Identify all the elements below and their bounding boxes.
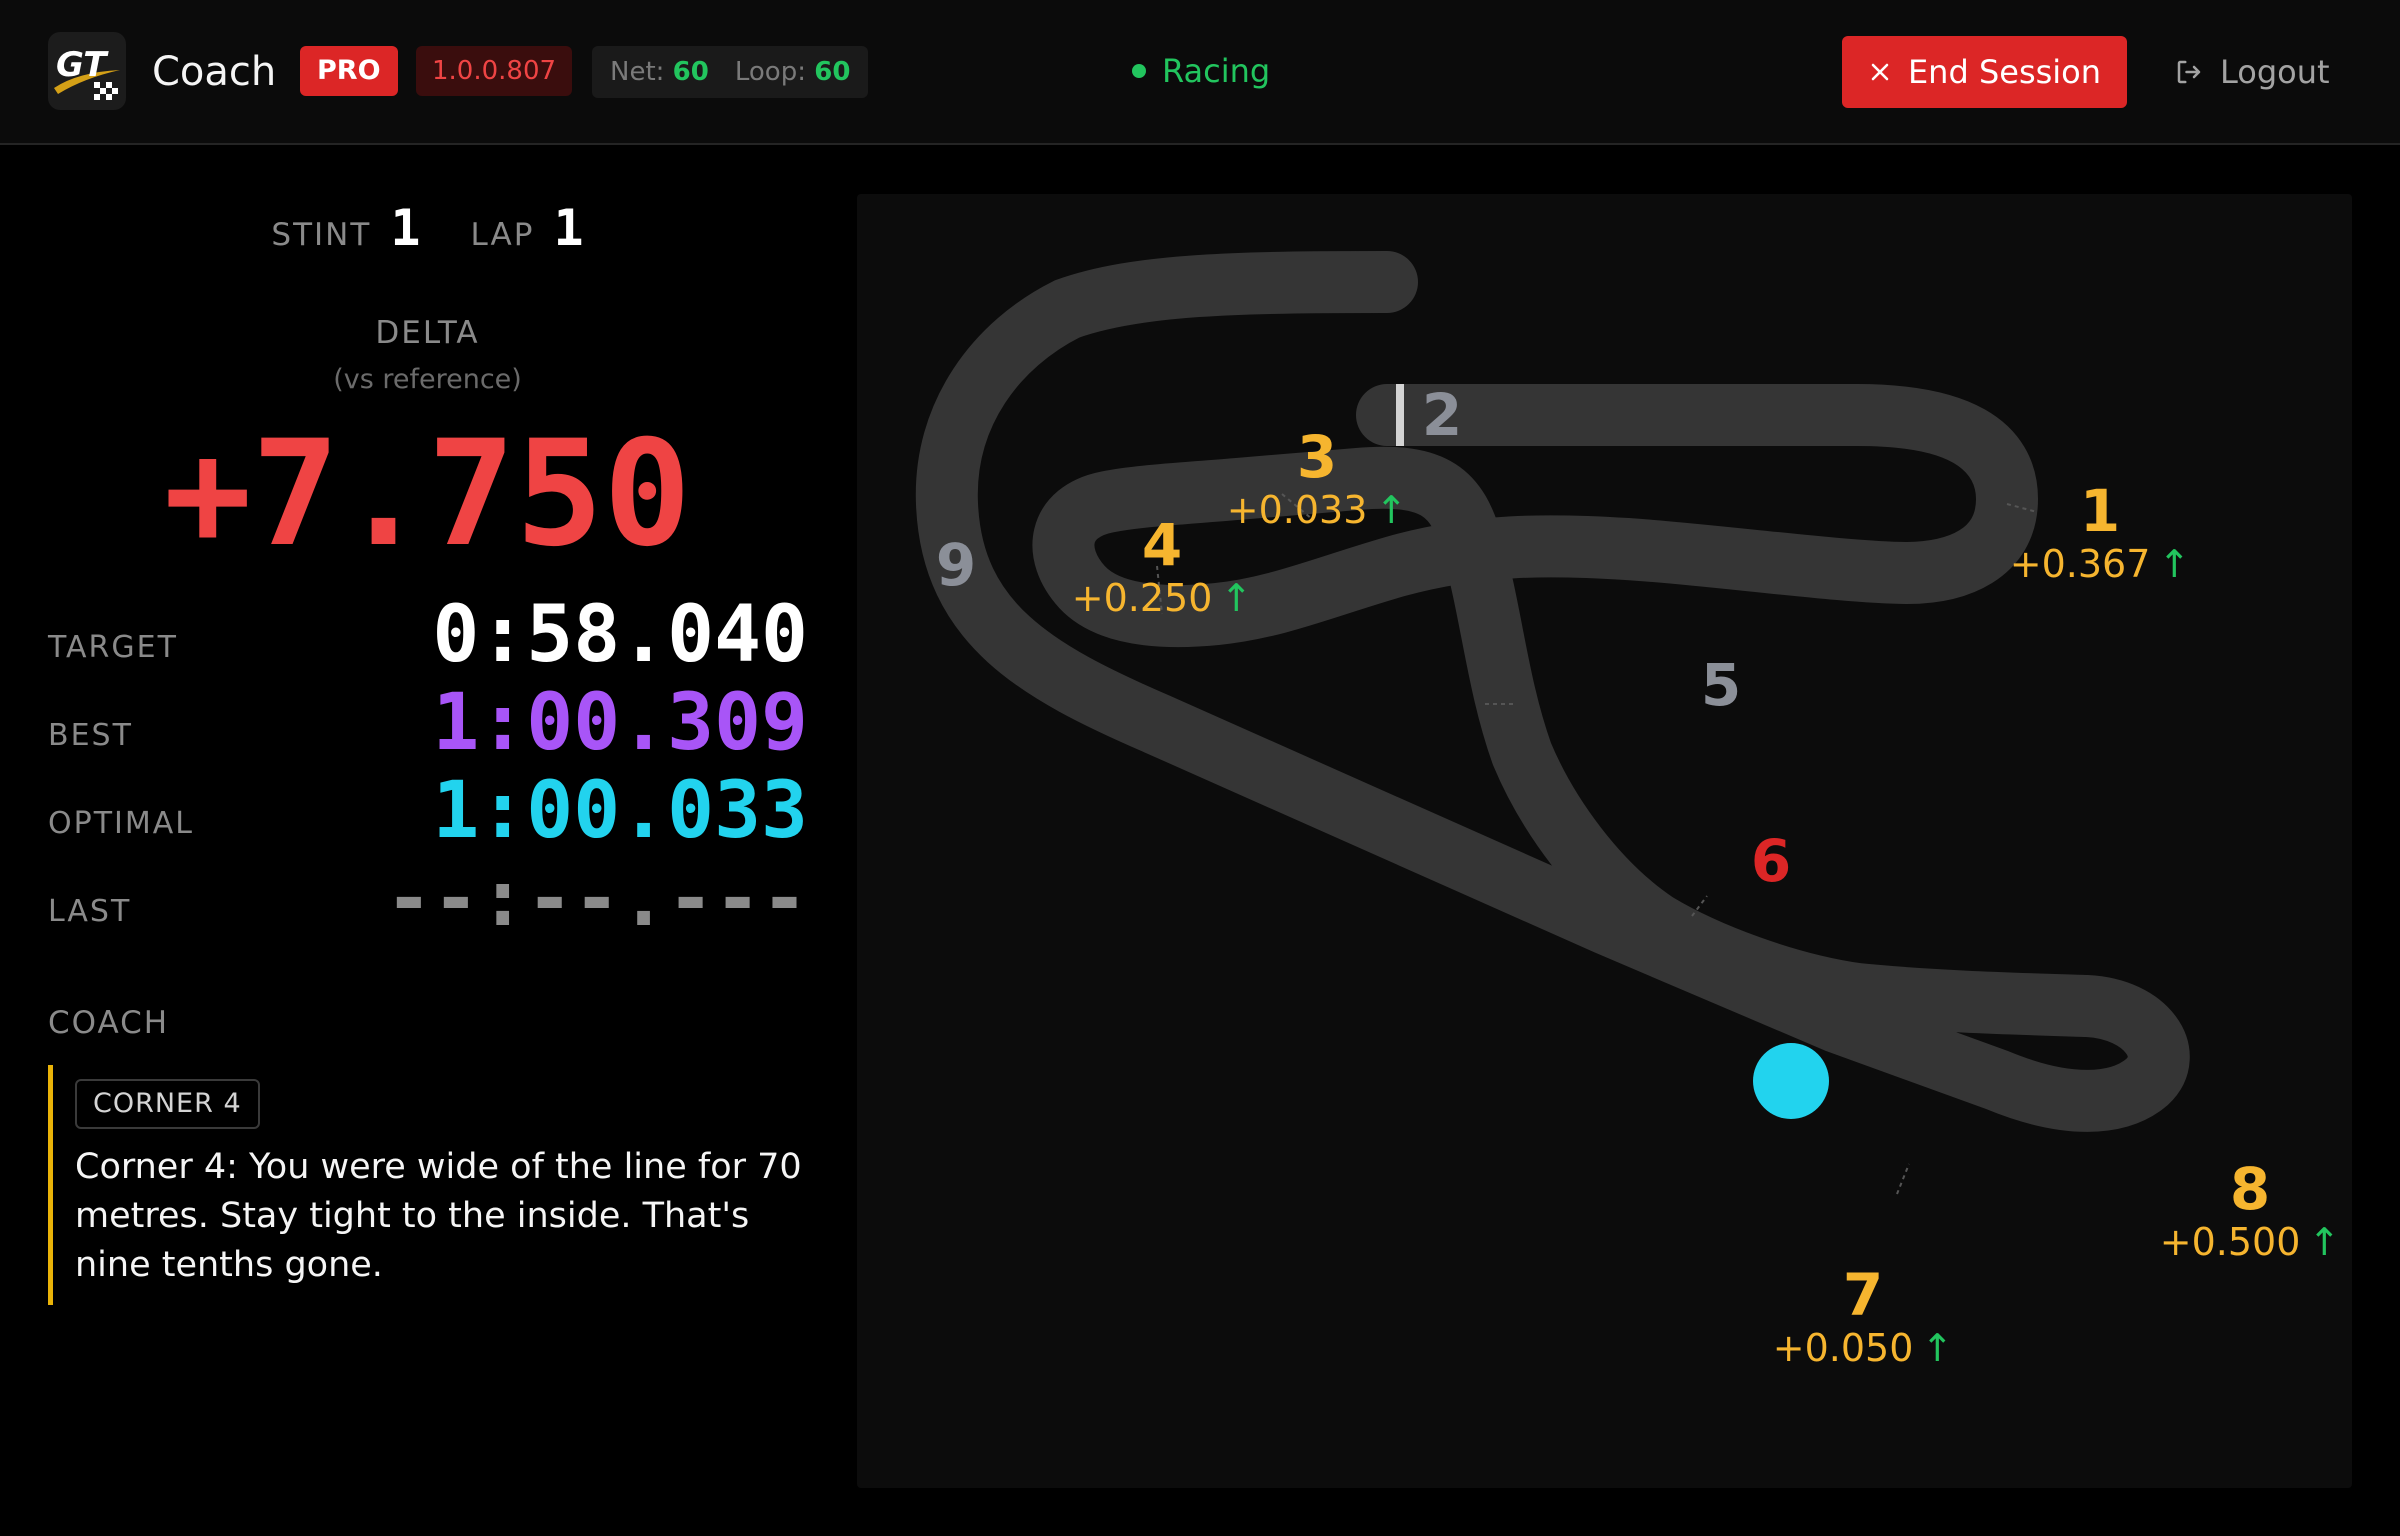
track-map-svg bbox=[915, 251, 2190, 1195]
loop-value: 60 bbox=[814, 57, 851, 87]
logout-button[interactable]: Logout bbox=[2174, 36, 2334, 108]
arrow-up-icon: ↑ bbox=[1220, 576, 1253, 620]
corner-number: 7 bbox=[1842, 1261, 1884, 1329]
version-badge: 1.0.0.807 bbox=[416, 46, 573, 96]
plan-badge: PRO bbox=[300, 46, 398, 96]
corner-delta-value: +0.367 bbox=[2009, 542, 2151, 586]
time-value: --:--.--- bbox=[385, 854, 808, 944]
coach-message: Corner 4: You were wide of the line for … bbox=[75, 1147, 802, 1285]
loop-label: Loop: bbox=[734, 57, 806, 87]
track bbox=[915, 251, 2190, 1132]
corner-label-8: 8 +0.500 ↑ bbox=[2160, 1158, 2340, 1264]
logout-icon bbox=[2177, 60, 2201, 84]
corner-number: 6 bbox=[1750, 827, 1792, 895]
corner-label-2: 2 bbox=[1422, 384, 1462, 446]
car-marker bbox=[1753, 1043, 1829, 1119]
corner-label-1: 1 +0.367 ↑ bbox=[2010, 480, 2190, 586]
corner-tag: CORNER 4 bbox=[75, 1079, 260, 1129]
net-stat: Net: 60 bbox=[610, 46, 709, 98]
arrow-up-icon: ↑ bbox=[1375, 488, 1408, 532]
corner-number: 1 bbox=[2079, 477, 2121, 545]
time-value: 0:58.040 bbox=[432, 590, 808, 680]
net-loop-badge: Net: 60 Loop: 60 bbox=[592, 46, 868, 98]
time-row-best: BEST 1:00.309 bbox=[48, 679, 808, 773]
telemetry-panel: STINT 1 LAP 1 DELTA (vs reference) +7.75… bbox=[0, 147, 855, 1536]
session-status: Racing bbox=[1132, 46, 1270, 96]
corner-delta: +0.033 ↑ bbox=[1227, 488, 1407, 532]
corner-number: 4 bbox=[1141, 511, 1183, 579]
time-label: BEST bbox=[48, 718, 133, 753]
corner-label-4: 4 +0.250 ↑ bbox=[1072, 514, 1252, 620]
delta-subtitle: (vs reference) bbox=[333, 364, 522, 395]
delta-value: +7.750 bbox=[163, 409, 692, 579]
time-value: 1:00.309 bbox=[432, 678, 808, 768]
corner-label-3: 3 +0.033 ↑ bbox=[1227, 426, 1407, 532]
time-label: LAST bbox=[48, 894, 132, 929]
time-label: TARGET bbox=[48, 630, 178, 665]
status-dot-icon bbox=[1132, 64, 1146, 78]
stint-lap-row: STINT 1 LAP 1 bbox=[0, 199, 855, 257]
corner-label-5: 5 bbox=[1701, 654, 1741, 716]
corner-label-6: 6 bbox=[1751, 830, 1791, 892]
arrow-up-icon: ↑ bbox=[2158, 542, 2191, 586]
close-icon bbox=[1871, 63, 1889, 81]
corner-delta: +0.367 ↑ bbox=[2010, 542, 2190, 586]
coach-message-card: CORNER 4 Corner 4: You were wide of the … bbox=[48, 1065, 808, 1305]
lap-group: LAP 1 bbox=[471, 199, 584, 257]
net-label: Net: bbox=[610, 57, 665, 87]
stint-label: STINT bbox=[271, 217, 372, 253]
gt-logo-icon: GT bbox=[54, 45, 120, 100]
end-session-button[interactable]: End Session bbox=[1842, 36, 2127, 108]
corner-number: 3 bbox=[1296, 423, 1338, 491]
stint-group: STINT 1 bbox=[271, 199, 420, 257]
logout-label: Logout bbox=[2220, 53, 2330, 91]
top-bar: GT Coach PRO 1.0.0.807 Net: 60 Loop: 60 … bbox=[0, 0, 2400, 145]
corner-delta: +0.050 ↑ bbox=[1773, 1326, 1953, 1370]
app-logo: GT bbox=[48, 32, 126, 110]
coach-label: COACH bbox=[48, 1005, 170, 1041]
loop-stat: Loop: 60 bbox=[735, 46, 851, 98]
corner-delta: +0.250 ↑ bbox=[1072, 576, 1252, 620]
track-ribbon bbox=[915, 251, 2190, 1132]
corner-delta-value: +0.250 bbox=[1071, 576, 1213, 620]
arrow-up-icon: ↑ bbox=[1921, 1326, 1954, 1370]
end-session-label: End Session bbox=[1907, 53, 2102, 91]
corner-number: 2 bbox=[1421, 381, 1463, 449]
stint-number: 1 bbox=[390, 199, 421, 257]
net-value: 60 bbox=[672, 57, 709, 87]
time-row-last: LAST --:--.--- bbox=[48, 855, 808, 949]
arrow-up-icon: ↑ bbox=[2308, 1220, 2341, 1264]
corner-number: 9 bbox=[935, 531, 977, 599]
time-value: 1:00.033 bbox=[432, 766, 808, 856]
lap-times: TARGET 0:58.040 BEST 1:00.309 OPTIMAL 1:… bbox=[48, 591, 808, 949]
app-title: Coach bbox=[152, 49, 277, 95]
corner-label-9: 9 bbox=[936, 534, 976, 596]
status-text: Racing bbox=[1162, 52, 1271, 90]
corner-number: 8 bbox=[2229, 1155, 2271, 1223]
corner-delta-value: +0.050 bbox=[1772, 1326, 1914, 1370]
corner-delta-value: +0.500 bbox=[2159, 1220, 2301, 1264]
delta-label: DELTA bbox=[375, 315, 480, 351]
lap-label: LAP bbox=[470, 217, 535, 253]
time-label: OPTIMAL bbox=[48, 806, 194, 841]
corner-number: 5 bbox=[1700, 651, 1742, 719]
track-map: 1 +0.367 ↑ 2 3 +0.033 ↑ 4 +0.250 ↑ 5 6 7 +0… bbox=[857, 194, 2352, 1488]
time-row-target: TARGET 0:58.040 bbox=[48, 591, 808, 685]
lap-number: 1 bbox=[553, 199, 584, 257]
logo-text: GT bbox=[56, 45, 109, 85]
corner-label-7: 7 +0.050 ↑ bbox=[1773, 1264, 1953, 1370]
time-row-optimal: OPTIMAL 1:00.033 bbox=[48, 767, 808, 861]
corner-delta: +0.500 ↑ bbox=[2160, 1220, 2340, 1264]
